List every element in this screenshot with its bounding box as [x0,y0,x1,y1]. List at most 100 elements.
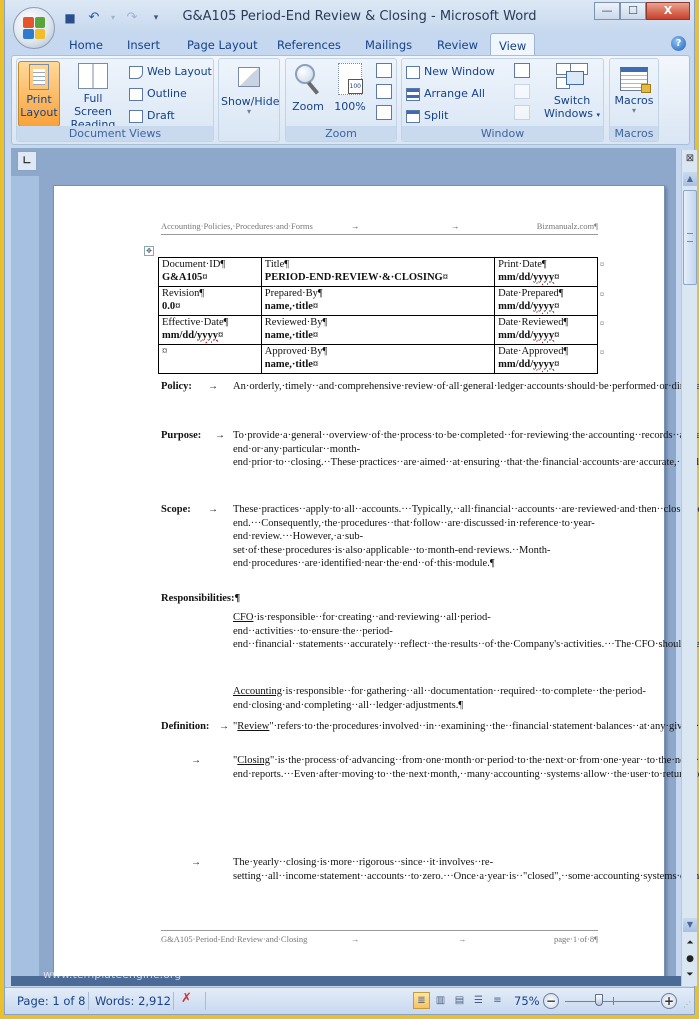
table-cell[interactable]: Title¶ PERIOD-END·REVIEW·&·CLOSING¤ [260,257,496,287]
draft-button[interactable]: Draft [129,107,175,125]
two-pages-icon[interactable] [376,84,392,99]
print-layout-view-icon[interactable]: ≣ [413,992,430,1009]
outline-view-icon[interactable]: ☰ [470,992,487,1009]
minimize-button[interactable]: — [594,2,620,20]
previous-page-icon[interactable]: ⏶ [683,936,697,950]
help-icon[interactable]: ? [671,36,686,51]
table-cell[interactable]: Print·Date¶ mm/dd/yyyy¤ [494,257,598,287]
split-button[interactable]: Split [406,107,448,125]
office-logo-icon [23,17,45,39]
zoom-100-button[interactable]: 100 100% [330,61,370,127]
tab-arrow-icon: → [191,857,201,868]
new-window-button[interactable]: New Window [406,63,495,81]
table-cell[interactable]: ¤ [158,344,262,374]
table-cell[interactable]: Prepared·By¶ name,·title¤ [260,286,496,316]
tab-review[interactable]: Review [429,35,486,55]
macros-icon [620,67,651,93]
maximize-button[interactable]: ☐ [620,2,646,20]
page-100-icon: 100 [338,63,363,95]
scroll-up-button[interactable]: ▲ [683,172,697,186]
switch-windows-label: Switch [553,94,591,107]
print-layout-button[interactable]: Print Layout [18,61,60,127]
full-screen-view-icon[interactable]: ▥ [432,992,449,1009]
full-screen-reading-button[interactable]: Full Screen Reading [63,61,123,131]
table-cell[interactable]: Revision¶ 0.0¤ [158,286,262,316]
web-layout-icon [129,65,143,79]
header-right-text: Bizmanualz.com¶ [536,221,598,231]
group-label-window: Window [402,126,603,141]
vertical-scrollbar[interactable]: ⊠ ▲ ▼ ⏶ ● ⏷ [681,150,697,986]
table-cell[interactable]: Date·Reviewed¶ mm/dd/yyyy¤ [494,315,598,345]
resize-grip-icon[interactable]: ⋰ [683,1000,691,1009]
word-count[interactable]: Words: 2,912 [95,994,171,1008]
purpose-label: Purpose: [161,430,202,441]
yearly-closing-text: The·yearly··closing·is·more··rigorous··s… [233,857,699,882]
tab-selector-icon[interactable]: ∟ [17,151,37,171]
tab-view[interactable]: View [490,33,536,56]
view-ruler-icon[interactable]: ⊠ [683,152,697,166]
show-hide-button[interactable]: Show/Hide ▾ [221,61,279,139]
page-count[interactable]: Page: 1 of 8 [17,994,85,1008]
zoom-out-button[interactable]: − [543,993,559,1009]
switch-windows-button[interactable]: Switch Windows ▾ [542,61,602,127]
proofing-errors-icon[interactable]: ✗ [181,991,192,1006]
full-screen-reading-icon [78,63,108,89]
scroll-thumb[interactable] [683,190,697,285]
close-button[interactable]: X [646,2,690,20]
chevron-down-icon: ▾ [246,107,251,116]
zoom-slider-thumb[interactable] [595,994,604,1006]
watermark-text: www.templateengine.org [43,968,182,981]
page-width-icon[interactable] [376,105,392,120]
tab-arrow-icon: → [191,755,201,766]
zoom-level[interactable]: 75% [514,994,540,1008]
switch-windows-icon [556,63,588,91]
review-term: Review [237,721,270,732]
table-cell[interactable]: Date·Approved¶ mm/dd/yyyy¤ [494,344,598,374]
table-cell[interactable]: Date·Prepared¶ mm/dd/yyyy¤ [494,286,598,316]
policy-label: Policy: [161,381,192,392]
one-page-icon[interactable] [376,63,392,78]
group-show-hide: Show/Hide ▾ [218,58,280,142]
zoom-in-button[interactable]: + [661,993,677,1009]
tab-page-layout[interactable]: Page Layout [179,35,266,55]
zoom-button[interactable]: Zoom [288,61,328,127]
select-browse-object-icon[interactable]: ● [683,952,697,966]
tab-home[interactable]: Home [61,35,111,55]
tab-references[interactable]: References [269,35,349,55]
zoom-slider-center-tick [612,997,614,1005]
macros-button[interactable]: Macros ▾ [612,61,656,127]
group-label-macros: Macros [610,126,658,141]
office-button[interactable] [13,7,55,49]
group-label-zoom: Zoom [286,126,396,141]
row-end-mark: ¤ [600,348,604,357]
chevron-down-icon: ▾ [631,106,636,115]
table-cell[interactable]: Approved·By¶ name,·title¤ [260,344,496,374]
table-cell[interactable]: Effective·Date¶ mm/dd/yyyy¤ [158,315,262,345]
web-layout-view-icon[interactable]: ▤ [451,992,468,1009]
view-side-by-side-icon[interactable] [514,63,530,78]
divider [205,992,206,1010]
page-footer: G&A105·Period-End·Review·and·Closing → →… [161,930,598,944]
web-layout-button[interactable]: Web Layout [129,63,212,81]
draft-view-icon[interactable]: ≡ [489,992,506,1009]
scroll-down-button[interactable]: ▼ [683,918,697,932]
outline-button[interactable]: Outline [129,85,187,103]
table-cell[interactable]: Reviewed·By¶ name,·title¤ [260,315,496,345]
tab-mailings[interactable]: Mailings [357,35,420,55]
tab-insert[interactable]: Insert [119,35,168,55]
print-layout-label: Print [26,93,52,106]
tab-arrow-icon: → [451,221,460,231]
table-cell[interactable]: Document·ID¶ G&A105¤ [158,257,262,287]
closing-definition-text: "Closing"·is·the·process·of·advancing··f… [233,755,699,780]
switch-windows-label-2: Windows [543,107,594,120]
document-page[interactable]: Accounting·Policies,·Procedures·and·Form… [53,185,699,978]
next-page-icon[interactable]: ⏷ [683,968,697,982]
table-move-handle-icon[interactable]: ✥ [144,246,154,256]
tab-arrow-icon: → [351,221,360,231]
ribbon: Print Layout Full Screen Reading Web Lay… [11,55,690,145]
page-header: Accounting·Policies,·Procedures·and·Form… [161,221,598,235]
reset-window-position-icon[interactable] [514,105,530,120]
synchronous-scrolling-icon[interactable] [514,84,530,99]
review-definition-text: "Review"·refers·to·the·procedures·involv… [233,721,699,732]
arrange-all-button[interactable]: Arrange All [406,85,485,103]
